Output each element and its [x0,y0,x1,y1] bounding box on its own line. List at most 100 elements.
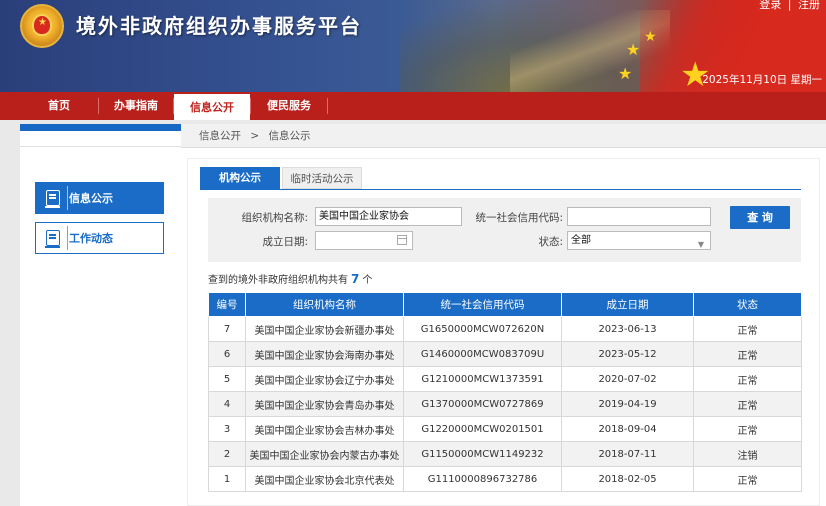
cell-number: 2 [208,441,246,467]
cell-credit-code: G1110000896732786 [403,466,562,492]
chevron-down-icon: ▼ [697,240,704,249]
sidebar-item-info-notice[interactable]: 信息公示 [35,182,164,214]
cell-org-name[interactable]: 美国中国企业家协会青岛办事处 [245,391,404,417]
cell-org-name[interactable]: 美国中国企业家协会北京代表处 [245,466,404,492]
col-header-credit-code: 统一社会信用代码 [403,292,562,317]
table-row[interactable]: 2 美国中国企业家协会内蒙古办事处 G1150000MCW1149232 201… [208,441,802,467]
cell-credit-code: G1210000MCW1373591 [403,366,562,392]
sidebar-topbar [20,124,181,131]
query-button[interactable]: 查 询 [730,206,790,229]
status-select[interactable]: 全部 ▼ [567,231,711,250]
breadcrumb-separator: > [250,130,260,142]
star-icon: ★ [626,40,641,59]
table-row[interactable]: 7 美国中国企业家协会新疆办事处 G1650000MCW072620N 2023… [208,316,802,342]
current-date: 2025年11月10日 星期一 [702,74,822,86]
cell-number: 4 [208,391,246,417]
credit-code-label: 统一社会信用代码: [475,212,563,224]
cell-status: 注销 [693,441,802,467]
icon-divider [67,186,68,210]
top-links: 登录 | 注册 [756,0,820,12]
cell-credit-code: G1370000MCW0727869 [403,391,562,417]
col-header-status: 状态 [693,292,802,317]
sidebar-item-work-news[interactable]: 工作动态 [35,222,164,254]
date-label: 成立日期: [262,236,308,248]
cell-status: 正常 [693,391,802,417]
table-row[interactable]: 1 美国中国企业家协会北京代表处 G1110000896732786 2018-… [208,466,802,492]
link-separator: | [787,0,792,11]
star-icon: ★ [644,29,657,45]
result-prefix: 查到的境外非政府组织机构共有 [208,275,348,286]
sidebar-divider [20,146,181,147]
breadcrumb-level1[interactable]: 信息公开 [199,130,241,142]
cell-org-name[interactable]: 美国中国企业家协会海南办事处 [245,341,404,367]
site-title: 境外非政府组织办事服务平台 [76,14,362,38]
result-count: 查到的境外非政府组织机构共有 7 个 [208,271,372,286]
status-value: 全部 [571,235,591,246]
table-row[interactable]: 3 美国中国企业家协会吉林办事处 G1220000MCW0201501 2018… [208,416,802,442]
calendar-icon[interactable] [397,235,407,245]
credit-code-input[interactable] [567,207,711,226]
cell-status: 正常 [693,366,802,392]
register-link[interactable]: 注册 [798,0,820,11]
org-name-label: 组织机构名称: [241,212,308,224]
main-nav: 首页 办事指南 信息公开 便民服务 [0,92,826,120]
cell-date: 2018-09-04 [561,416,694,442]
tab-org-notice[interactable]: 机构公示 [200,167,280,189]
cell-date: 2023-06-13 [561,316,694,342]
org-name-input[interactable]: 美国中国企业家协会 [315,207,462,226]
document-icon [45,190,60,208]
status-label: 状态: [538,236,563,248]
nav-item-guide[interactable]: 办事指南 [99,92,173,120]
star-icon: ★ [618,64,633,83]
col-header-number: 编号 [208,292,246,317]
date-input[interactable] [315,231,413,250]
nav-item-home[interactable]: 首页 [20,92,98,120]
cell-status: 正常 [693,316,802,342]
content-area: 机构公示 临时活动公示 组织机构名称: 美国中国企业家协会 统一社会信用代码: … [187,158,820,506]
sidebar-item-label: 信息公示 [69,192,113,205]
table-row[interactable]: 4 美国中国企业家协会青岛办事处 G1370000MCW0727869 2019… [208,391,802,417]
cell-credit-code: G1220000MCW0201501 [403,416,562,442]
cell-number: 7 [208,316,246,342]
table-row[interactable]: 6 美国中国企业家协会海南办事处 G1460000MCW083709U 2023… [208,341,802,367]
breadcrumb-level2: 信息公示 [268,130,311,142]
sidebar: 信息公示 工作动态 [20,124,181,506]
cell-date: 2020-07-02 [561,366,694,392]
tab-temp-activity-notice[interactable]: 临时活动公示 [282,167,362,189]
cell-date: 2019-04-19 [561,391,694,417]
result-suffix: 个 [362,275,373,286]
table-header-row: 编号 组织机构名称 统一社会信用代码 成立日期 状态 [208,292,802,317]
search-panel: 组织机构名称: 美国中国企业家协会 统一社会信用代码: 查 询 成立日期: 状态… [208,198,801,262]
cell-org-name[interactable]: 美国中国企业家协会内蒙古办事处 [245,441,404,467]
cell-number: 5 [208,366,246,392]
nav-divider [327,98,328,114]
cell-status: 正常 [693,341,802,367]
cell-status: 正常 [693,466,802,492]
cell-credit-code: G1460000MCW083709U [403,341,562,367]
table-row[interactable]: 5 美国中国企业家协会辽宁办事处 G1210000MCW1373591 2020… [208,366,802,392]
main-panel: 信息公开 > 信息公示 机构公示 临时活动公示 组织机构名称: 美国中国企业家协… [181,124,826,506]
breadcrumb: 信息公开 > 信息公示 [181,124,826,148]
cell-number: 3 [208,416,246,442]
cell-org-name[interactable]: 美国中国企业家协会吉林办事处 [245,416,404,442]
cell-status: 正常 [693,416,802,442]
cell-number: 6 [208,341,246,367]
sidebar-item-label: 工作动态 [69,232,113,245]
login-link[interactable]: 登录 [759,0,781,11]
site-header: ★ ★ ★ ★ ★ ★ 境外非政府组织办事服务平台 登录 | 注册 2025年1… [0,0,826,92]
nav-item-info-disclosure[interactable]: 信息公开 [174,92,250,120]
cell-date: 2018-07-11 [561,441,694,467]
icon-divider [67,226,68,250]
result-number: 7 [351,272,360,286]
tab-underline [200,189,801,190]
cell-credit-code: G1150000MCW1149232 [403,441,562,467]
cell-org-name[interactable]: 美国中国企业家协会辽宁办事处 [245,366,404,392]
col-header-org-name: 组织机构名称 [245,292,404,317]
cell-date: 2023-05-12 [561,341,694,367]
cell-date: 2018-02-05 [561,466,694,492]
cell-org-name[interactable]: 美国中国企业家协会新疆办事处 [245,316,404,342]
national-emblem-logo [20,4,64,48]
cell-number: 1 [208,466,246,492]
nav-item-services[interactable]: 便民服务 [251,92,327,120]
cell-credit-code: G1650000MCW072620N [403,316,562,342]
